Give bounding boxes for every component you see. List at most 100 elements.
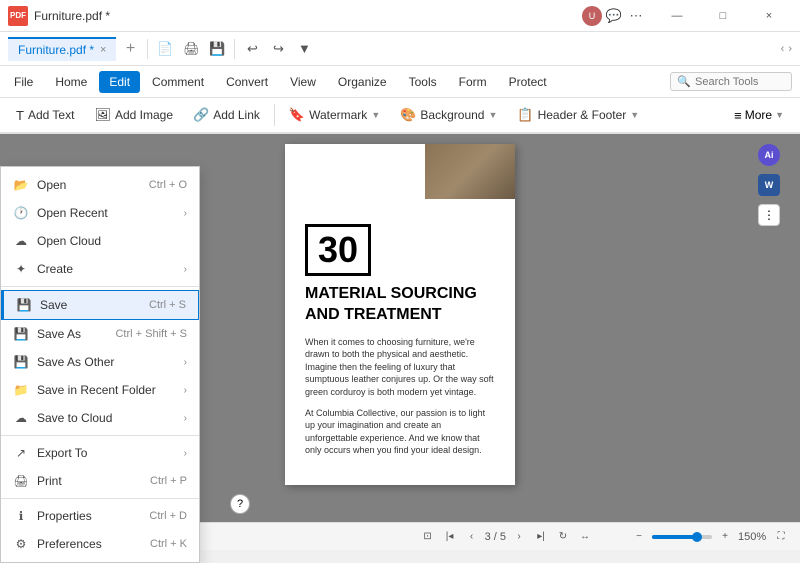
- watermark-icon: 🔖: [289, 107, 305, 123]
- tab-close-icon[interactable]: ×: [100, 44, 106, 56]
- first-page-icon[interactable]: |◂: [441, 528, 459, 546]
- menu-tools[interactable]: Tools: [399, 71, 447, 93]
- save-as-shortcut: Ctrl + Shift + S: [115, 328, 187, 340]
- page-navigation: ⊡ |◂ ‹ 3 / 5 › ▸| ↻ ↔: [419, 528, 594, 546]
- menu-save-as-item[interactable]: 💾 Save As Ctrl + Shift + S: [1, 320, 199, 348]
- fullscreen-icon[interactable]: ⛶: [772, 528, 790, 546]
- menu-print-item[interactable]: 🖨 Print Ctrl + P: [1, 467, 199, 495]
- add-link-icon: 🔗: [193, 107, 209, 123]
- fit-width-icon[interactable]: ↔: [576, 528, 594, 546]
- menu-export-item[interactable]: ↗ Export To ›: [1, 439, 199, 467]
- rotate-icon[interactable]: ↻: [554, 528, 572, 546]
- help-icon[interactable]: ?: [230, 494, 250, 514]
- open-recent-label: Open Recent: [37, 206, 172, 220]
- ai-button-1[interactable]: Ai: [758, 144, 780, 166]
- add-tab-button[interactable]: +: [118, 37, 142, 61]
- menu-save-as-other-item[interactable]: 💾 Save As Other ›: [1, 348, 199, 376]
- menu-view[interactable]: View: [280, 71, 326, 93]
- menu-open-item[interactable]: 📂 Open Ctrl + O: [1, 171, 199, 199]
- redo-icon[interactable]: ↪: [266, 37, 290, 61]
- fit-page-icon[interactable]: ⊡: [419, 528, 437, 546]
- nav-forward-icon[interactable]: ›: [788, 43, 792, 55]
- menu-home[interactable]: Home: [45, 71, 97, 93]
- page-para-2: At Columbia Collective, our passion is t…: [305, 407, 495, 457]
- menu-create-item[interactable]: ✦ Create ›: [1, 255, 199, 283]
- add-text-label: Add Text: [28, 108, 74, 122]
- menu-save-cloud-item[interactable]: ☁ Save to Cloud ›: [1, 404, 199, 432]
- add-link-button[interactable]: 🔗 Add Link: [185, 103, 268, 127]
- menu-open-cloud-item[interactable]: ☁ Open Cloud: [1, 227, 199, 255]
- menu-bar: File Home Edit Comment Convert View Orga…: [0, 66, 800, 98]
- chat-icon[interactable]: 💬: [604, 6, 624, 26]
- more-icon[interactable]: ⋯: [626, 6, 646, 26]
- save-as-other-arrow: ›: [184, 357, 187, 368]
- menu-protect[interactable]: Protect: [499, 71, 557, 93]
- search-icon: 🔍: [677, 75, 691, 88]
- save-recent-icon: 📁: [13, 382, 29, 398]
- menu-properties-item[interactable]: ℹ Properties Ctrl + D: [1, 502, 199, 530]
- background-button[interactable]: 🎨 Background ▼: [392, 103, 505, 127]
- active-tab[interactable]: Furniture.pdf * ×: [8, 37, 116, 61]
- search-input[interactable]: [695, 76, 785, 88]
- minimize-button[interactable]: —: [654, 0, 700, 32]
- separator-2: [1, 435, 199, 436]
- file-icon[interactable]: 📄: [153, 37, 177, 61]
- print-icon[interactable]: 🖨: [179, 37, 203, 61]
- menu-edit[interactable]: Edit: [99, 71, 140, 93]
- save-as-label: Save As: [37, 327, 107, 341]
- background-arrow-icon: ▼: [488, 110, 497, 120]
- menu-organize[interactable]: Organize: [328, 71, 397, 93]
- next-page-icon[interactable]: ›: [510, 528, 528, 546]
- page-image: [425, 144, 515, 199]
- menu-convert[interactable]: Convert: [216, 71, 278, 93]
- nav-back-icon[interactable]: ‹: [781, 43, 785, 55]
- ai-button-2[interactable]: W: [758, 174, 780, 196]
- add-text-button[interactable]: T Add Text: [8, 104, 82, 127]
- undo-icon[interactable]: ↩: [240, 37, 264, 61]
- save-icon[interactable]: 💾: [205, 37, 229, 61]
- separator-3: [1, 498, 199, 499]
- search-box[interactable]: 🔍: [670, 72, 792, 91]
- last-page-icon[interactable]: ▸|: [532, 528, 550, 546]
- save-label: Save: [40, 298, 141, 312]
- save-cloud-arrow: ›: [184, 413, 187, 424]
- watermark-label: Watermark: [309, 108, 367, 122]
- save-as-other-icon: 💾: [13, 354, 29, 370]
- menu-file[interactable]: File: [4, 71, 43, 93]
- maximize-button[interactable]: □: [700, 0, 746, 32]
- menu-save-recent-item[interactable]: 📁 Save in Recent Folder ›: [1, 376, 199, 404]
- more-label: More: [745, 108, 772, 122]
- page-number-display: 30: [305, 224, 371, 276]
- zoom-in-icon[interactable]: +: [716, 528, 734, 546]
- create-label: Create: [37, 262, 172, 276]
- zoom-handle[interactable]: [692, 532, 702, 542]
- properties-icon: ℹ: [13, 508, 29, 524]
- open-cloud-icon: ☁: [13, 233, 29, 249]
- menu-save-item[interactable]: 💾 Save Ctrl + S: [1, 290, 199, 320]
- menu-form[interactable]: Form: [449, 71, 497, 93]
- scroll-handle[interactable]: ⋮: [758, 204, 780, 226]
- zoom-out-icon[interactable]: −: [630, 528, 648, 546]
- more-button[interactable]: ≡ More ▼: [726, 104, 792, 127]
- create-icon: ✦: [13, 261, 29, 277]
- add-image-button[interactable]: 🖼 Add Image: [86, 103, 181, 127]
- header-footer-button[interactable]: 📋 Header & Footer ▼: [509, 103, 647, 127]
- customize-icon[interactable]: ▼: [292, 37, 316, 61]
- print-label: Print: [37, 474, 142, 488]
- close-button[interactable]: ×: [746, 0, 792, 32]
- watermark-button[interactable]: 🔖 Watermark ▼: [281, 103, 388, 127]
- zoom-slider[interactable]: [652, 535, 712, 539]
- more-icon: ≡: [734, 108, 742, 123]
- search-area: 🔍: [670, 72, 792, 91]
- open-recent-arrow: ›: [184, 208, 187, 219]
- export-icon: ↗: [13, 445, 29, 461]
- prev-page-icon[interactable]: ‹: [463, 528, 481, 546]
- open-shortcut: Ctrl + O: [149, 179, 187, 191]
- properties-shortcut: Ctrl + D: [149, 510, 187, 522]
- preferences-shortcut: Ctrl + K: [150, 538, 187, 550]
- window-title: Furniture.pdf *: [34, 9, 582, 23]
- menu-open-recent-item[interactable]: 🕐 Open Recent ›: [1, 199, 199, 227]
- menu-comment[interactable]: Comment: [142, 71, 214, 93]
- title-bar: PDF Furniture.pdf * U 💬 ⋯ — □ ×: [0, 0, 800, 32]
- menu-preferences-item[interactable]: ⚙ Preferences Ctrl + K: [1, 530, 199, 558]
